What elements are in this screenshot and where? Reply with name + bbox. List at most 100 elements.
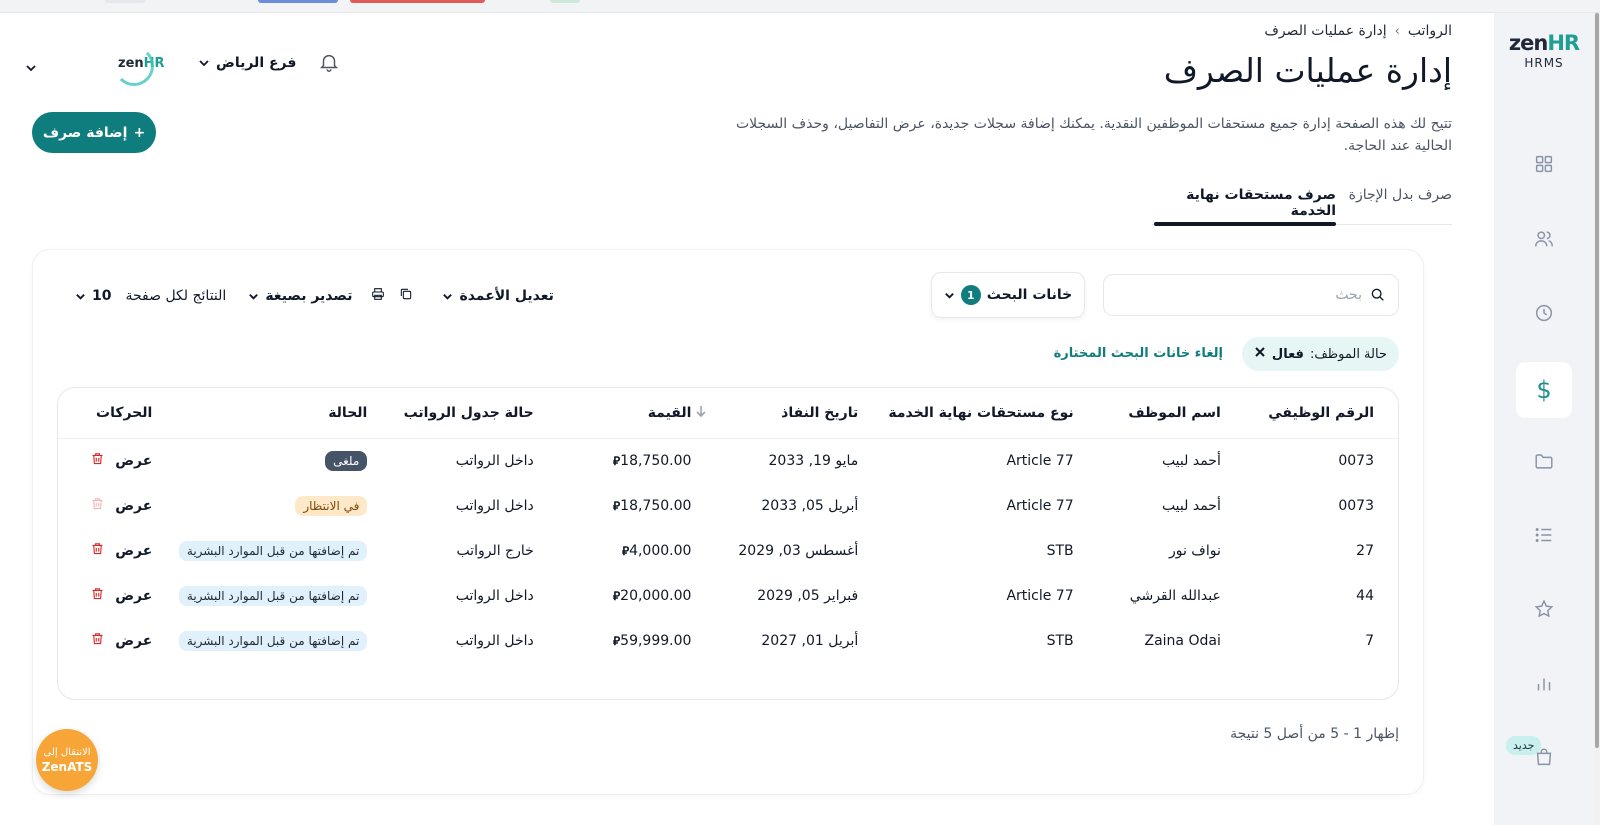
sidebar-item-requests[interactable] [1516,507,1572,563]
remove-filter-button[interactable] [1254,346,1266,362]
chip-key: حالة الموظف: [1309,346,1387,362]
cell-spacer [691,438,711,483]
table-row: 0073 أحمد لبيب Article 77 مايو 19, 2033 … [58,438,1398,483]
clear-filters-link[interactable]: إلغاء خانات البحث المختارة [1054,346,1223,361]
add-disbursement-button[interactable]: + إضافة صرف [32,112,156,153]
copy-icon [401,288,412,300]
trash-icon [92,453,103,465]
sort-toggle[interactable] [691,388,712,439]
copy-button[interactable] [398,286,414,306]
col-amount[interactable]: القيمة [533,388,692,439]
chip-value: فعال [1271,346,1304,362]
col-eos-type[interactable]: نوع مستحقات نهاية الخدمة [858,388,1074,439]
view-button[interactable]: عرض [115,543,152,559]
cell-employee-id: 7 [1365,632,1374,649]
tab-leave-allowance[interactable]: صرف بدل الإجازة [1349,187,1452,203]
delete-button [90,496,105,515]
sidebar-item-attendance[interactable] [1516,285,1572,341]
view-button[interactable]: عرض [115,633,152,649]
trash-icon [92,588,103,600]
users-icon [1535,231,1553,247]
sidebar-item-marketplace[interactable] [1516,729,1572,785]
sidebar: zenHR HRMS $ جديد [1494,13,1594,825]
cell-payroll-status: داخل الرواتب [455,632,534,649]
col-payroll-status[interactable]: حالة جدول الرواتب [367,388,534,439]
bar-chart-icon [1537,678,1551,691]
status-badge: تم إضافتها من قبل الموارد البشرية [178,585,368,606]
edit-columns-button[interactable]: تعديل الأعمدة [442,288,554,304]
sidebar-item-reports[interactable] [1516,656,1572,712]
go-to-zenats-button[interactable]: الانتقال إلى ZenATS [36,729,98,791]
delete-button[interactable] [90,541,105,560]
cell-payroll-status: خارج الرواتب [456,542,534,559]
cell-payroll-status: داخل الرواتب [455,452,534,469]
view-button[interactable]: عرض [115,453,152,469]
col-effective-date[interactable]: تاريخ النفاذ [711,388,859,439]
disbursements-table: الرقم الوظيفي اسم الموظف نوع مستحقات نها… [57,387,1399,700]
search-input[interactable] [1122,287,1362,303]
cell-payroll-status: داخل الرواتب [455,587,534,604]
cell-actions: عرض [58,528,152,573]
active-filter-chip: حالة الموظف: فعال [1241,337,1399,371]
col-actions: الحركات [58,388,153,439]
dollar-icon: $ [1536,376,1552,404]
disbursements-card: خانات البحث 1 تعديل الأعمدة تصدير بصيغة … [32,249,1424,795]
cell-spacer [691,573,711,618]
chevron-down-icon [944,292,954,299]
cell-status: في الانتظار [152,483,368,528]
table-row: 27 نواف نور STB أغسطس 03, 2029 ⃁4,000.00… [58,528,1398,573]
table-row: 0073 أحمد لبيب Article 77 أبريل 05, 2033… [58,483,1398,528]
trash-icon [92,498,103,510]
plus-icon: + [133,124,146,141]
delete-button[interactable] [90,586,105,605]
per-page-selector[interactable]: النتائج لكل صفحة 10 [75,288,226,304]
filter-count-badge: 1 [960,285,981,305]
sidebar-item-documents[interactable] [1516,433,1572,489]
delete-button[interactable] [90,631,105,650]
cell-amount: ⃁59,999.00 [613,632,692,649]
cell-status: ملغى [152,438,368,483]
export-format-button[interactable]: تصدير بصيغة [248,288,352,304]
view-button[interactable]: عرض [115,498,152,514]
col-employee-name[interactable]: اسم الموظف [1073,388,1221,439]
table-toolbar: تعديل الأعمدة تصدير بصيغة النتائج لكل صف… [75,286,554,306]
table-header-row: الرقم الوظيفي اسم الموظف نوع مستحقات نها… [58,388,1398,439]
trash-icon [92,543,103,555]
cell-status: تم إضافتها من قبل الموارد البشرية [152,618,368,663]
breadcrumb-current: إدارة عمليات الصرف [1264,23,1387,39]
sidebar-item-dashboard[interactable] [1516,136,1572,192]
breadcrumb-separator: › [1394,23,1400,39]
sidebar-item-employees[interactable] [1516,211,1572,267]
cell-amount: ⃁18,750.00 [613,452,692,469]
delete-button[interactable] [90,451,105,470]
page-scrollbar[interactable] [1594,13,1600,825]
cell-eos-type: Article 77 [1006,497,1074,514]
status-badge: ملغى [325,450,368,471]
search-box[interactable] [1103,274,1399,316]
profile-menu-toggle[interactable] [25,59,37,78]
col-status[interactable]: الحالة [152,388,368,439]
col-employee-id[interactable]: الرقم الوظيفي [1220,388,1398,439]
cell-employee-id: 44 [1356,587,1374,604]
per-page-value: 10 [92,288,112,304]
view-button[interactable]: عرض [115,588,152,604]
cell-status: تم إضافتها من قبل الموارد البشرية [152,573,368,618]
tabs: صرف بدل الإجازة صرف مستحقات نهاية الخدمة [1152,183,1452,226]
cell-employee-name: أحمد لبيب [1161,452,1221,469]
cell-employee-name: Zaina Odai [1144,632,1221,649]
sidebar-item-payroll[interactable]: $ [1516,362,1572,418]
print-button[interactable] [370,286,386,306]
tab-end-of-service[interactable]: صرف مستحقات نهاية الخدمة [1152,187,1336,219]
cell-employee-id: 0073 [1338,497,1374,514]
cell-effective-date: أغسطس 03, 2029 [738,542,859,559]
chevron-down-icon [443,293,453,300]
breadcrumb-parent[interactable]: الرواتب [1408,23,1452,39]
company-logo: zenHR [114,46,1600,86]
sidebar-item-performance[interactable] [1516,581,1572,637]
dashboard-grid-icon [1535,155,1553,173]
cell-spacer [691,528,711,573]
brand-logo[interactable]: zenHR HRMS [1494,31,1594,70]
search-filters-button[interactable]: خانات البحث 1 [931,272,1085,318]
cell-employee-id: 27 [1356,542,1374,559]
status-badge: تم إضافتها من قبل الموارد البشرية [178,540,368,561]
